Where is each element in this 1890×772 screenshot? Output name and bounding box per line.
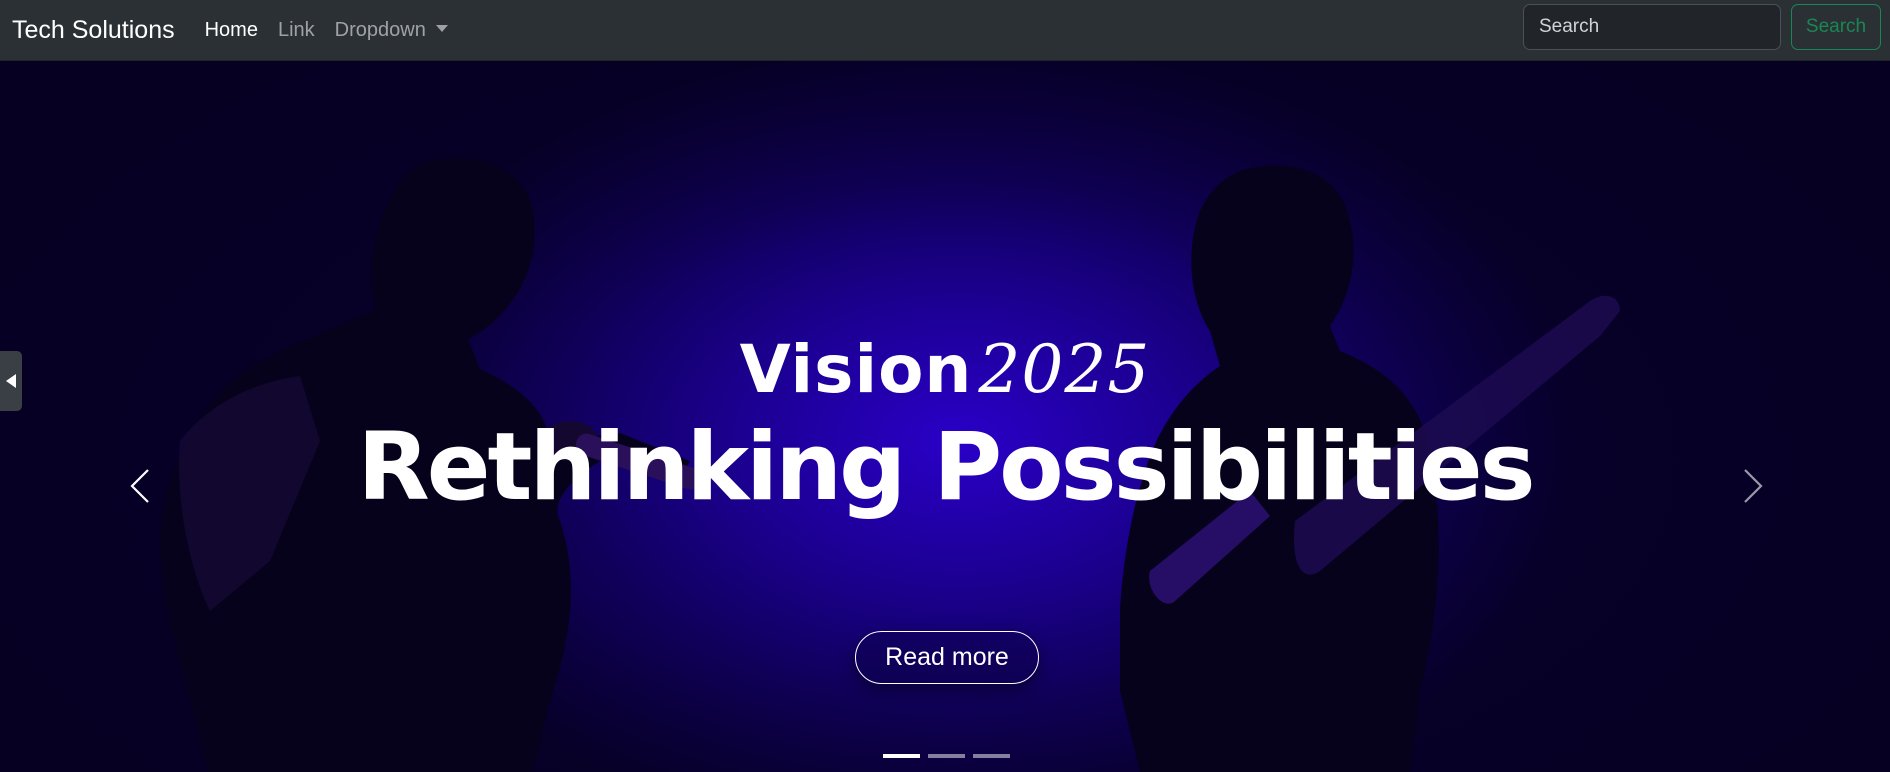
hero-kicker-year: 2025 (978, 331, 1151, 408)
nav-link-link[interactable]: Link (278, 19, 315, 42)
caret-down-icon (435, 24, 448, 32)
hero-carousel: Vision2025 Rethinking Possibilities Read… (0, 61, 1890, 772)
carousel-indicator-1[interactable] (883, 754, 920, 758)
search-button[interactable]: Search (1791, 4, 1881, 50)
hero-kicker-word: Vision (739, 331, 973, 408)
carousel-prev-button[interactable] (120, 456, 160, 516)
carousel-indicator-3[interactable] (973, 754, 1010, 758)
top-navbar: Tech Solutions Home Link Dropdown Search (0, 0, 1890, 61)
search-input[interactable] (1523, 4, 1781, 50)
read-more-button[interactable]: Read more (855, 631, 1039, 684)
carousel-next-button[interactable] (1733, 456, 1773, 516)
chevron-left-icon (130, 469, 149, 503)
carousel-indicators (883, 754, 1010, 758)
carousel-indicator-2[interactable] (928, 754, 965, 758)
nav-dropdown-label: Dropdown (334, 18, 426, 41)
hero-kicker: Vision2025 (0, 331, 1890, 408)
nav-dropdown-toggle[interactable]: Dropdown (335, 19, 448, 42)
hero-headline: Rethinking Possibilities (357, 413, 1535, 522)
side-panel-toggle[interactable] (0, 351, 22, 411)
chevron-right-icon (1744, 469, 1763, 503)
nav-link-home[interactable]: Home (205, 19, 258, 42)
brand-logo-text[interactable]: Tech Solutions (12, 16, 175, 45)
triangle-left-icon (6, 374, 16, 388)
